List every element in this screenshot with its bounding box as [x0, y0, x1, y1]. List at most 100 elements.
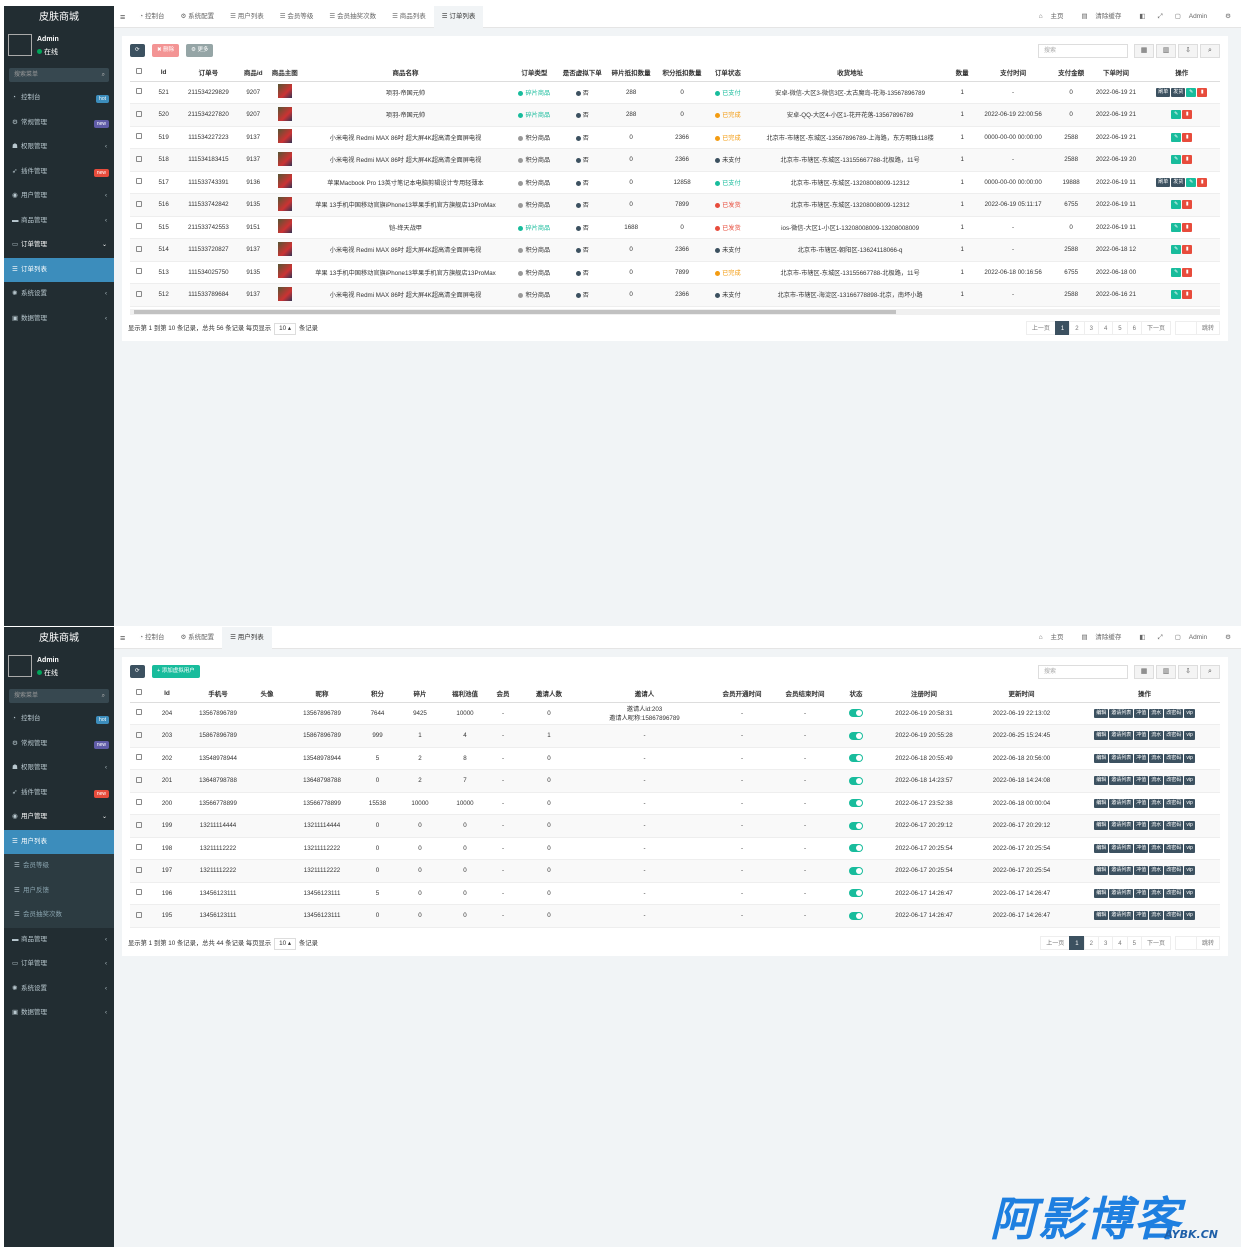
add-virtual-user-button[interactable]: + 添加虚拟用户: [152, 665, 200, 678]
table-row[interactable]: 204 13567896789 13567896789 7644 9425 10000-0…: [130, 702, 1220, 725]
row-checkbox[interactable]: [136, 731, 142, 738]
search-icon[interactable]: ⌕: [102, 689, 105, 703]
page-jump-input[interactable]: [1174, 320, 1197, 335]
column-header[interactable]: 状态: [838, 685, 874, 703]
product-thumbnail[interactable]: [277, 84, 292, 99]
row-action-button[interactable]: 流水: [1149, 866, 1164, 876]
row-action-button[interactable]: 编辑: [1094, 731, 1109, 741]
fullscreen-icon[interactable]: ⤢: [1152, 627, 1169, 649]
admin-menu[interactable]: ▢ Admin: [1169, 627, 1219, 649]
menu-search-input[interactable]: 搜索菜单 ⌕: [9, 689, 109, 703]
sidebar-item[interactable]: ☰ 订单列表: [4, 257, 114, 282]
tab[interactable]: ☰ 商品列表: [384, 6, 434, 28]
row-action-button[interactable]: 邀请列表: [1109, 708, 1134, 718]
column-header[interactable]: 订单类型: [509, 64, 559, 82]
table-row[interactable]: 521 211534229829 9207 项羽-帝国元帅 碎片商品否 288 0 已支付 安卓…: [130, 81, 1220, 104]
edit-icon[interactable]: ✎: [1171, 290, 1182, 300]
product-thumbnail[interactable]: [277, 129, 292, 144]
sidebar-item[interactable]: ➶ 插件管理 new: [4, 781, 114, 806]
row-action-button[interactable]: 冲值: [1134, 888, 1149, 898]
row-action-button[interactable]: 编辑: [1094, 866, 1109, 876]
row-action-button[interactable]: 编辑: [1094, 708, 1109, 718]
refresh-button[interactable]: ⟳: [130, 665, 145, 678]
row-action-button[interactable]: 冲值: [1134, 731, 1149, 741]
row-action-button[interactable]: vip: [1184, 776, 1195, 786]
table-row[interactable]: 515 211533742553 9151 铠-绛天战甲 碎片商品否 1688 0 已发货 io…: [130, 216, 1220, 239]
page-button[interactable]: 3: [1097, 935, 1114, 950]
tab[interactable]: ◔ 控制台: [131, 6, 172, 28]
row-action-button[interactable]: 流水: [1149, 911, 1164, 921]
fullscreen-icon[interactable]: ⤢: [1152, 6, 1169, 28]
column-header[interactable]: 积分抵扣数量: [656, 64, 708, 82]
row-checkbox[interactable]: [136, 268, 143, 275]
product-thumbnail[interactable]: [277, 106, 292, 121]
status-toggle[interactable]: [849, 844, 863, 853]
row-action-button[interactable]: 改密码: [1164, 843, 1184, 853]
column-header[interactable]: 会员开通时间: [712, 685, 772, 703]
page-button[interactable]: 5: [1112, 320, 1128, 335]
product-thumbnail[interactable]: [277, 174, 292, 189]
sidebar-item[interactable]: ◉ 用户管理 ‹: [4, 184, 114, 209]
page-size-select[interactable]: 10 ▴: [274, 937, 297, 950]
tab[interactable]: ☰ 用户列表: [222, 6, 272, 28]
table-row[interactable]: 202 13548978944 13548978944 5 2 8-0- - -2022-06…: [130, 747, 1220, 770]
column-header[interactable]: 福利池值: [445, 685, 485, 703]
row-action-button[interactable]: 流水: [1149, 708, 1164, 718]
product-thumbnail[interactable]: [277, 196, 292, 211]
delete-icon[interactable]: ▮: [1182, 132, 1193, 142]
column-header[interactable]: 头像: [250, 685, 284, 703]
status-toggle[interactable]: [849, 709, 863, 718]
delete-button[interactable]: ✖ 删除: [152, 44, 180, 57]
edit-icon[interactable]: ✎: [1171, 267, 1182, 277]
settings-gear-icon[interactable]: ⚙: [1219, 6, 1237, 28]
sidebar-item[interactable]: ▣ 数据管理 ‹: [4, 1001, 114, 1026]
row-action-button[interactable]: 流水: [1149, 776, 1164, 786]
page-size-select[interactable]: 10 ▴: [274, 322, 297, 335]
row-action-button[interactable]: vip: [1184, 708, 1195, 718]
sidebar-item[interactable]: ☗ 权限管理 ‹: [4, 756, 114, 781]
column-header[interactable]: Id: [148, 685, 186, 703]
row-checkbox[interactable]: [136, 223, 143, 230]
delete-icon[interactable]: ▮: [1197, 87, 1208, 97]
export-icon[interactable]: ⇩: [1178, 44, 1198, 58]
row-action-button[interactable]: 邀请列表: [1109, 911, 1134, 921]
columns-icon[interactable]: ▥: [1156, 44, 1176, 58]
table-row[interactable]: 514 111533720827 9137 小米电视 Redmi MAX 86吋 超大…: [130, 238, 1220, 262]
column-header[interactable]: 昵称: [284, 685, 360, 703]
row-action-button[interactable]: 改密码: [1164, 821, 1184, 831]
row-checkbox[interactable]: [136, 866, 142, 873]
column-header[interactable]: 商品名称: [301, 64, 510, 82]
settings-gear-icon[interactable]: ⚙: [1219, 627, 1237, 649]
row-action-button[interactable]: 编辑: [1094, 753, 1109, 763]
sidebar-item[interactable]: ☗ 权限管理 ‹: [4, 135, 114, 160]
product-thumbnail[interactable]: [277, 264, 292, 279]
table-row[interactable]: 519 111534227223 9137 小米电视 Redmi MAX 86吋 超大…: [130, 126, 1220, 149]
delete-icon[interactable]: ▮: [1182, 155, 1193, 165]
column-header[interactable]: 支付时间: [972, 64, 1054, 82]
table-row[interactable]: 197 13211112222 13211112222 0 0 0-0- - -2022-06…: [130, 859, 1220, 883]
edit-icon[interactable]: ✎: [1171, 222, 1182, 232]
home-link[interactable]: ⌂ 主页: [1033, 627, 1076, 649]
refresh-button[interactable]: ⟳: [130, 44, 145, 57]
admin-menu[interactable]: ▢ Admin: [1169, 6, 1219, 28]
sidebar-item[interactable]: ▬ 商品管理 ‹: [4, 928, 114, 953]
product-thumbnail[interactable]: [277, 286, 292, 301]
row-checkbox[interactable]: [136, 776, 142, 783]
table-row[interactable]: 200 13566778899 13566778899 15538 10000 10000…: [130, 792, 1220, 815]
scrollbar-thumb[interactable]: [134, 309, 896, 314]
tab[interactable]: ⚙ 系统配置: [173, 6, 223, 28]
row-action-button[interactable]: 邀请列表: [1109, 753, 1134, 763]
export-icon[interactable]: ⇩: [1178, 665, 1198, 679]
row-action-button[interactable]: 改密码: [1164, 888, 1184, 898]
column-header[interactable]: Id: [148, 64, 179, 82]
row-action-button[interactable]: 刷单: [1156, 177, 1171, 187]
product-thumbnail[interactable]: [277, 151, 292, 166]
row-action-button[interactable]: 冲值: [1134, 821, 1149, 831]
column-header[interactable]: 手机号: [186, 685, 250, 703]
row-action-button[interactable]: 发货: [1171, 177, 1186, 187]
table-row[interactable]: 513 111534025750 9135 苹果 13手机中国移动官旗iPhone13…: [130, 261, 1220, 284]
row-action-button[interactable]: 改密码: [1164, 731, 1184, 741]
row-checkbox[interactable]: [136, 290, 143, 297]
row-action-button[interactable]: 流水: [1149, 798, 1164, 808]
status-toggle[interactable]: [849, 731, 863, 740]
